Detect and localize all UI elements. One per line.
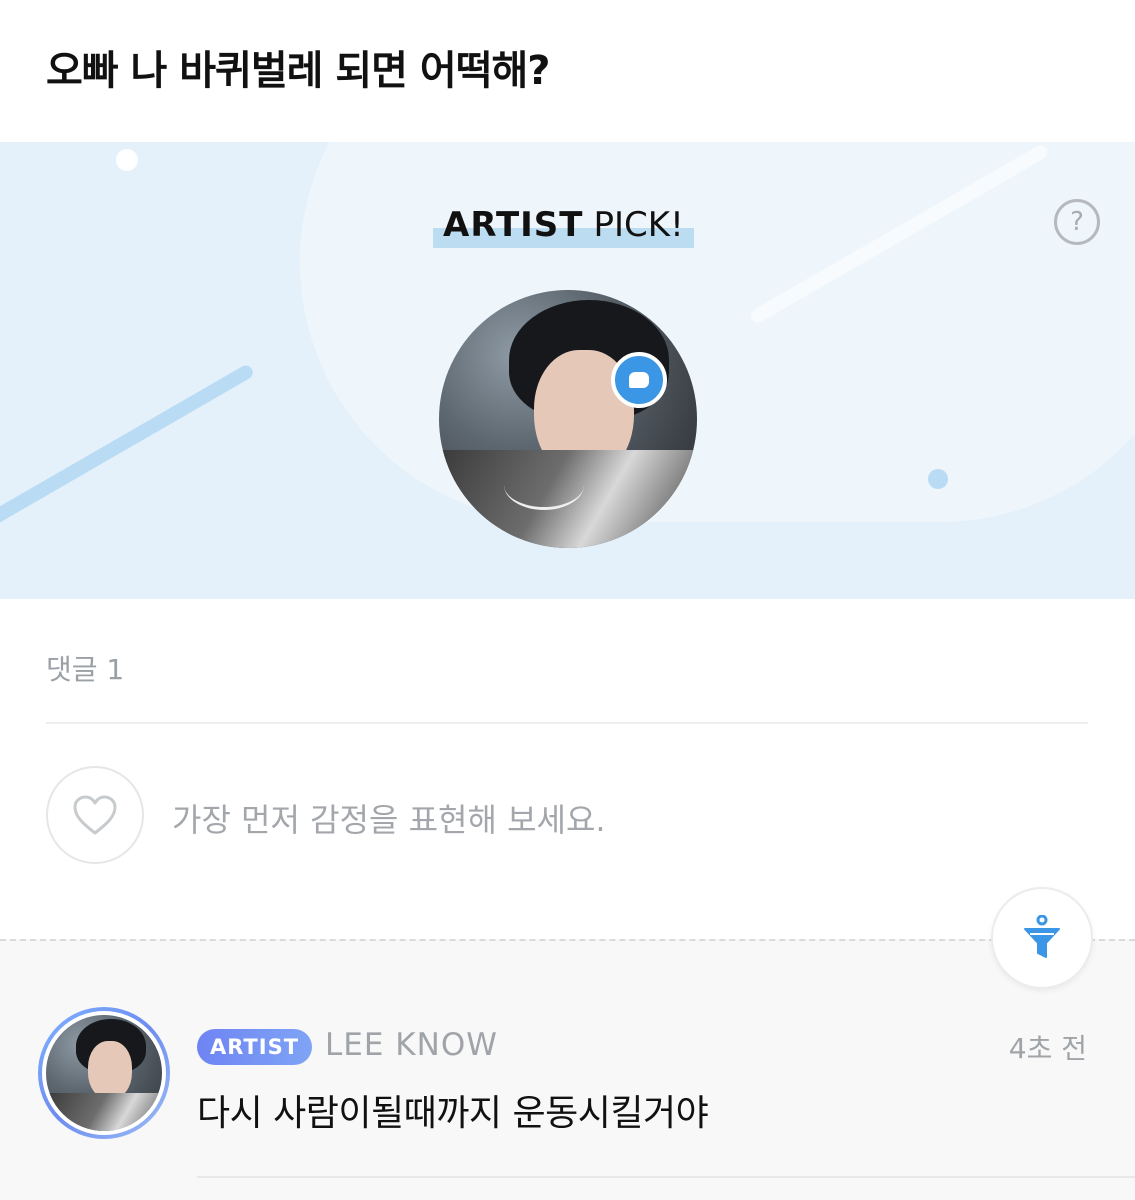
filter-button[interactable] [991,887,1093,989]
post-title: 오빠 나 바퀴벌레 되면 어떡해? [46,48,551,94]
comment-timestamp: 4초 전 [1008,1032,1087,1065]
banner-decoration [0,362,256,556]
chat-bubble-icon [611,352,667,408]
comment-count: 댓글 1 [46,653,125,686]
filter-icon [1024,915,1060,958]
comment-author[interactable]: LEE KNOW [325,1027,498,1063]
help-glyph: ? [1070,207,1084,237]
heart-icon [73,795,117,835]
comment-list [0,939,1135,1200]
artist-pick-banner: ARTIST PICK! ? [0,142,1135,599]
divider [46,722,1088,724]
banner-decoration [116,149,138,171]
reaction-prompt[interactable]: 가장 먼저 감정을 표현해 보세요. [172,795,606,841]
comment-text: 다시 사람이될때까지 운동시킬거야 [197,1093,709,1134]
comment-avatar[interactable] [38,1007,170,1139]
artist-pick-title: ARTIST PICK! [433,202,694,248]
artist-pick-bold: ARTIST [443,205,584,245]
react-button[interactable] [46,766,144,864]
artist-avatar[interactable] [439,290,697,548]
question-circle-icon[interactable]: ? [1054,199,1100,245]
banner-decoration [928,469,948,489]
artist-pick-rest: PICK! [593,205,684,245]
banner-decoration [300,142,1135,522]
divider [197,1176,1135,1178]
post-page: 오빠 나 바퀴벌레 되면 어떡해? ARTIST PICK! ? 댓글 1 가장… [0,0,1135,1200]
artist-badge: ARTIST [197,1029,312,1065]
